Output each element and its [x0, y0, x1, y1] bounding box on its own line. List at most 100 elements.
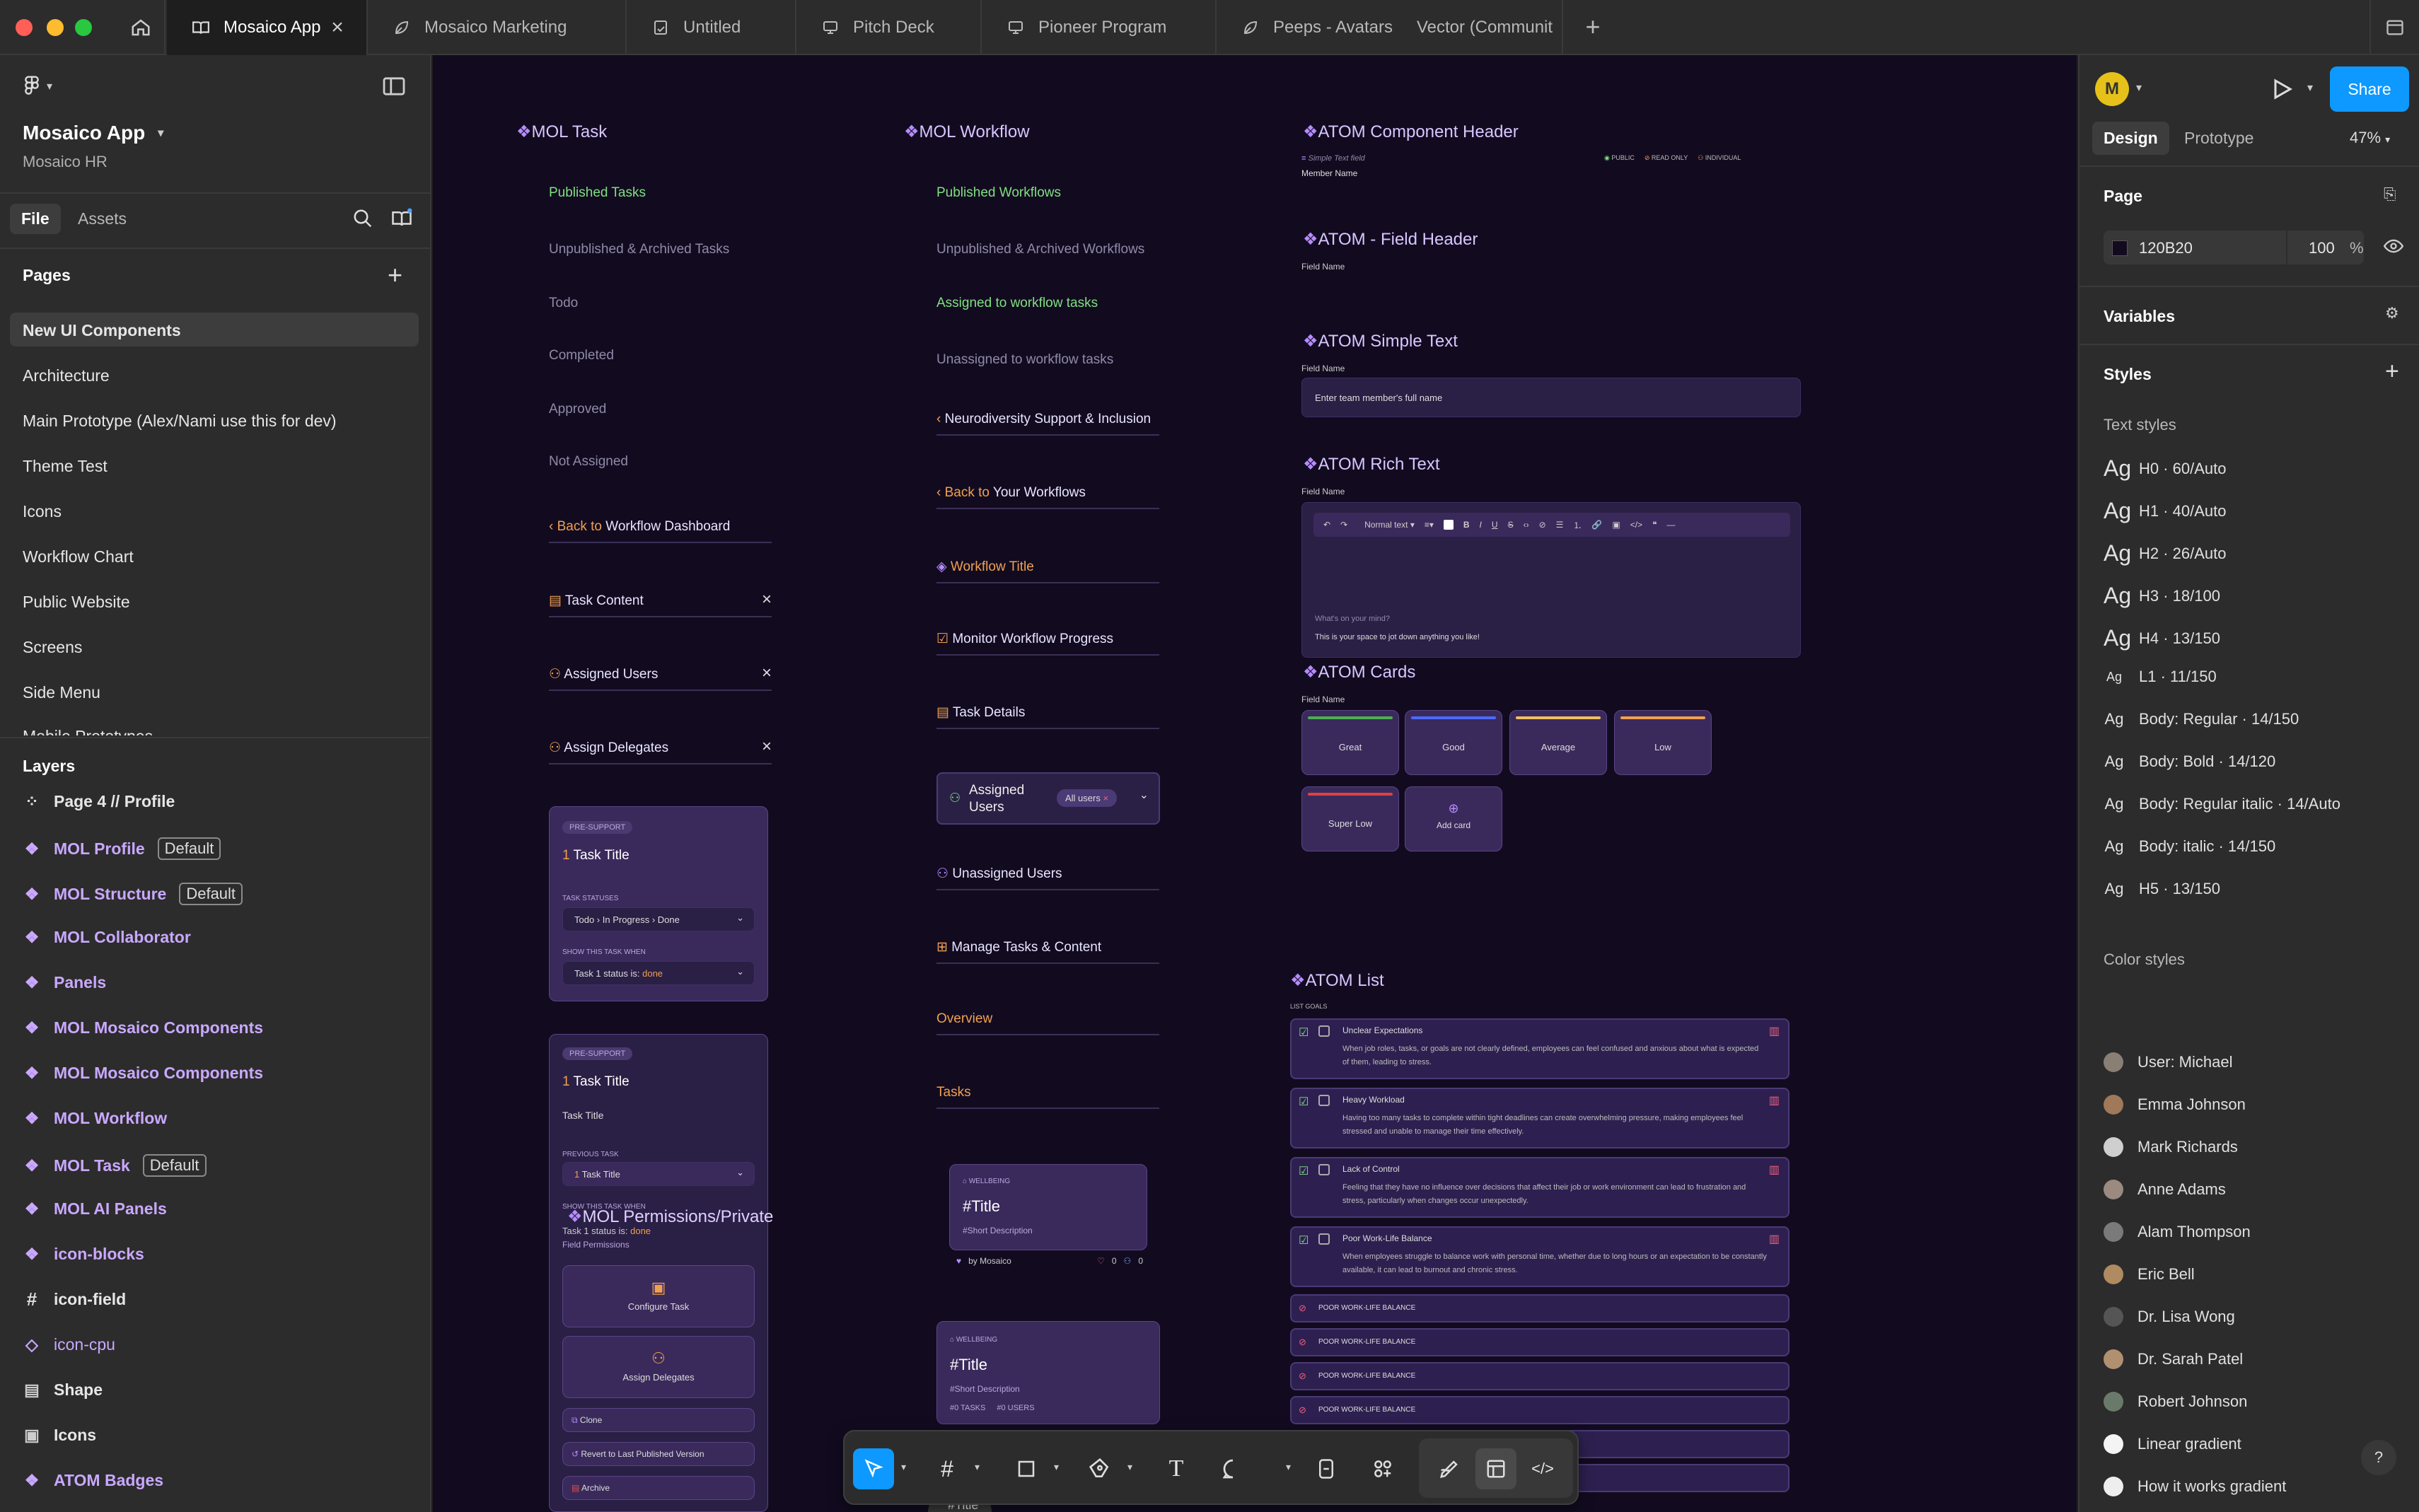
text-tool[interactable]: T	[1156, 1448, 1197, 1489]
sidebar-toggle-button[interactable]	[2369, 0, 2419, 55]
show-when-select[interactable]: Task 1 status is: done ⌄	[562, 961, 755, 985]
text-style-item[interactable]: Ag H2 · 26/Auto	[2104, 540, 2227, 566]
trash-icon[interactable]: ▥	[1769, 1163, 1780, 1177]
text-style-item[interactable]: Ag H5 · 13/150	[2104, 880, 2220, 898]
add-card-button[interactable]: ⊕ Add card	[1405, 786, 1502, 851]
text-style-item[interactable]: Ag Body: Regular · 14/150	[2104, 710, 2299, 728]
atom-field-header-title[interactable]: ATOM - Field Header	[1303, 229, 1478, 250]
new-tab-button[interactable]: +	[1577, 13, 1608, 44]
plugins-tool[interactable]	[1362, 1448, 1403, 1489]
chevron-down-icon[interactable]: ▾	[1127, 1461, 1132, 1473]
rating-card[interactable]: Average	[1509, 710, 1607, 775]
page-item-new-ui-components[interactable]: New UI Components	[23, 321, 181, 340]
checkbox[interactable]	[1318, 1164, 1330, 1175]
widget-tool[interactable]	[1306, 1448, 1347, 1489]
tab-untitled[interactable]: Untitled	[627, 0, 796, 55]
archive-button[interactable]: ▤ Archive	[562, 1476, 755, 1500]
task-details-row[interactable]: ▤ Task Details	[936, 704, 1159, 729]
avatar[interactable]: M	[2095, 72, 2129, 106]
layer-row[interactable]: ❖ ATOM Badges	[23, 1471, 163, 1490]
close-icon[interactable]: ×	[762, 663, 772, 683]
layer-row[interactable]: ❖ MOL Mosaico Components	[23, 1018, 263, 1037]
page-color-field[interactable]: 120B20 100 %	[2104, 231, 2364, 264]
color-style-item[interactable]: Dr. Lisa Wong	[2104, 1307, 2235, 1327]
move-tool[interactable]	[853, 1448, 894, 1489]
atom-simple-text-title[interactable]: ATOM Simple Text	[1303, 331, 1458, 351]
mol-task-item[interactable]: Not Assigned	[549, 454, 628, 470]
chevron-down-icon[interactable]: ▾	[2307, 81, 2313, 95]
page-item-architecture[interactable]: Architecture	[23, 366, 110, 385]
color-style-item[interactable]: Alam Thompson	[2104, 1222, 2251, 1242]
export-icon[interactable]: ⎘	[2384, 185, 2396, 204]
text-style-select[interactable]: Normal text ▾	[1364, 520, 1415, 530]
layer-row[interactable]: ❖ MOL Workflow	[23, 1109, 167, 1128]
quote-icon[interactable]: ❝	[1652, 520, 1657, 530]
tab-prototype[interactable]: Prototype	[2184, 129, 2253, 148]
page-opacity[interactable]: 100	[2309, 239, 2335, 257]
undo-icon[interactable]: ↶	[1323, 520, 1330, 530]
workflow-title-row[interactable]: ◈ Workflow Title	[936, 559, 1159, 583]
chevron-down-icon[interactable]: ▾	[901, 1461, 906, 1473]
list-item-collapsed[interactable]: ⊘POOR WORK-LIFE BALANCE	[1290, 1328, 1789, 1356]
checkbox[interactable]	[1318, 1095, 1330, 1106]
tab-vector-community[interactable]: Vector (Communit	[1417, 18, 1553, 37]
minimize-window-button[interactable]	[47, 19, 64, 36]
all-users-chip[interactable]: All users ×	[1057, 789, 1118, 807]
text-style-item[interactable]: Ag Body: Bold · 14/120	[2104, 752, 2276, 771]
bullet-list-icon[interactable]: ☰	[1556, 520, 1564, 530]
search-button[interactable]	[352, 208, 373, 233]
rating-card[interactable]: Super Low	[1301, 786, 1399, 851]
home-button[interactable]	[117, 0, 166, 55]
tab-pioneer-program[interactable]: Pioneer Program	[982, 0, 1217, 55]
mol-task-item[interactable]: Approved	[549, 402, 606, 417]
list-item[interactable]: ☑ Lack of Control Feeling that they have n…	[1290, 1157, 1789, 1218]
list-item-collapsed[interactable]: ⊘POOR WORK-LIFE BALANCE	[1290, 1396, 1789, 1424]
trash-icon[interactable]: ▥	[1769, 1093, 1780, 1107]
layer-row[interactable]: ▤ Shape	[23, 1380, 103, 1400]
text-style-item[interactable]: Ag Body: italic · 14/150	[2104, 837, 2276, 856]
rating-card[interactable]: Low	[1614, 710, 1712, 775]
underline-icon[interactable]: U	[1492, 520, 1498, 530]
tab-peeps-avatars[interactable]: Peeps - Avatars Vector (Communit	[1217, 0, 1563, 55]
clone-button[interactable]: ⧉ Clone	[562, 1408, 755, 1432]
visibility-toggle[interactable]	[2382, 236, 2405, 260]
chevron-down-icon[interactable]: ▾	[2136, 81, 2142, 95]
list-item[interactable]: ☑ Unclear Expectations When job roles, tas…	[1290, 1018, 1789, 1079]
color-style-item[interactable]: Mark Richards	[2104, 1137, 2238, 1157]
divider-icon[interactable]: —	[1667, 520, 1676, 530]
chevron-down-icon[interactable]: ▾	[1286, 1461, 1291, 1473]
workflow-card-large[interactable]: ⌂ WELLBEING #Title #Short Description #0…	[936, 1321, 1160, 1424]
italic-icon[interactable]: I	[1480, 520, 1482, 530]
layer-row[interactable]: ❖ MOL AI Panels	[23, 1199, 167, 1219]
mol-workflow-title[interactable]: MOL Workflow	[904, 122, 1030, 142]
color-swatch-icon[interactable]	[1443, 520, 1454, 530]
text-style-item[interactable]: Ag H1 · 40/Auto	[2104, 498, 2227, 524]
clear-icon[interactable]: ⊘	[1539, 520, 1546, 530]
text-style-item[interactable]: Ag H4 · 13/150	[2104, 625, 2220, 651]
redo-icon[interactable]: ↷	[1340, 520, 1347, 530]
atom-list-title[interactable]: ATOM List	[1290, 970, 1384, 991]
strike-icon[interactable]: S	[1508, 520, 1514, 530]
layer-row[interactable]: ❖ icon-blocks	[23, 1245, 144, 1264]
assign-delegates-row[interactable]: ⚇ Assign Delegates ×	[549, 737, 772, 764]
list-item-collapsed[interactable]: ⊘POOR WORK-LIFE BALANCE	[1290, 1294, 1789, 1322]
chevron-down-icon[interactable]: ▾	[1054, 1461, 1059, 1473]
mol-permissions-title[interactable]: MOL Permissions/Private	[567, 1206, 774, 1227]
assigned-users-select[interactable]: ⚇ Assigned Users All users × ⌄	[936, 772, 1160, 825]
zoom-select[interactable]: 47% ▾	[2350, 129, 2390, 147]
color-swatch[interactable]	[2112, 240, 2128, 256]
tab-design[interactable]: Design	[2092, 122, 2169, 155]
text-style-item[interactable]: Ag H0 · 60/Auto	[2104, 455, 2227, 482]
close-tab-icon[interactable]: ×	[327, 17, 348, 38]
page-item-main-prototype[interactable]: Main Prototype (Alex/Nami use this for d…	[23, 412, 337, 431]
page-item-icons[interactable]: Icons	[23, 502, 62, 521]
project-name[interactable]: Mosaico App ▾	[23, 122, 163, 144]
link-icon[interactable]: 🔗	[1591, 520, 1602, 530]
color-style-item[interactable]: Dr. Sarah Patel	[2104, 1349, 2243, 1369]
ordered-list-icon[interactable]: ⒈	[1573, 519, 1582, 531]
color-style-item[interactable]: Robert Johnson	[2104, 1392, 2247, 1412]
color-style-item[interactable]: Linear gradient	[2104, 1434, 2241, 1454]
layer-row[interactable]: ◇ icon-cpu	[23, 1335, 115, 1354]
remove-icon[interactable]: ×	[1103, 793, 1108, 803]
unassigned-users-row[interactable]: ⚇ Unassigned Users	[936, 866, 1159, 890]
